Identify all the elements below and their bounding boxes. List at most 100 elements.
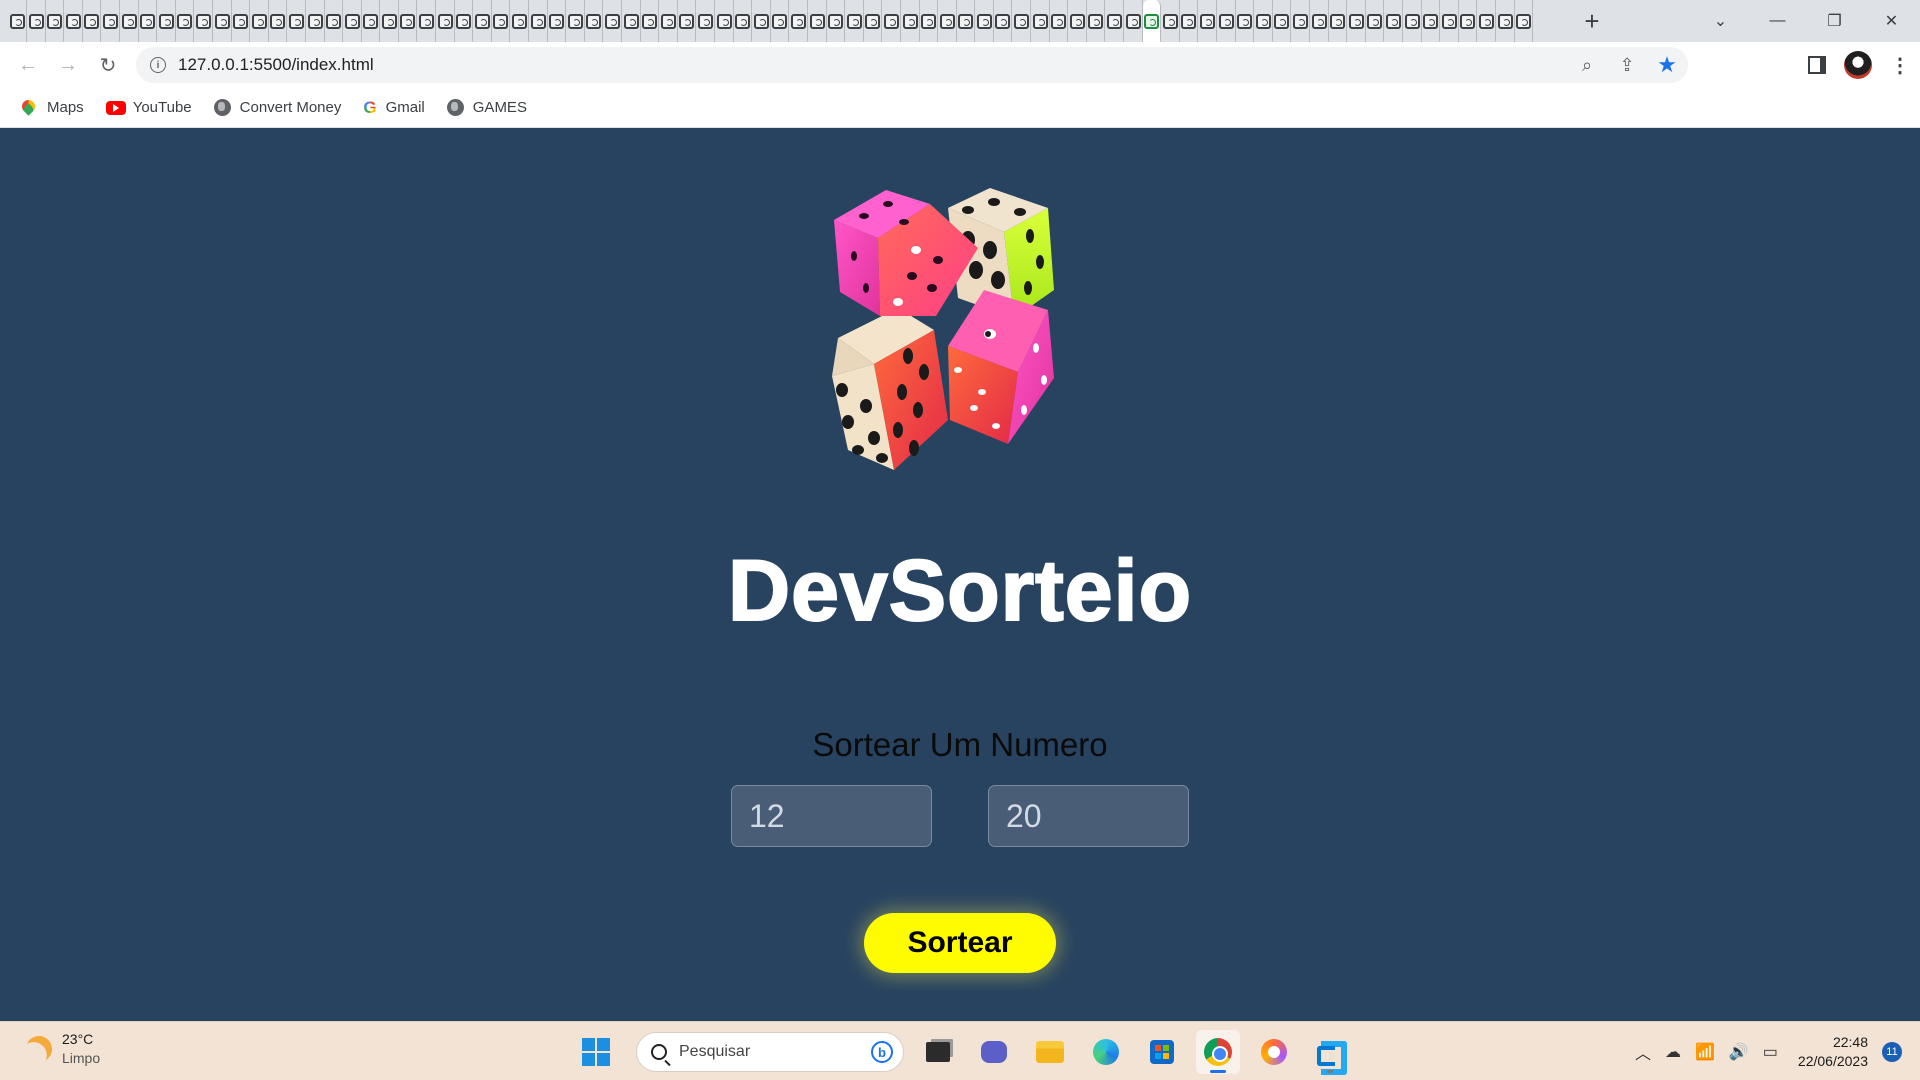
browser-tab[interactable] bbox=[1292, 0, 1310, 42]
browser-tab[interactable] bbox=[158, 0, 176, 42]
browser-tab[interactable] bbox=[678, 0, 697, 42]
profile-avatar[interactable] bbox=[1844, 51, 1872, 79]
browser-tab[interactable] bbox=[864, 0, 883, 42]
browser-tab[interactable] bbox=[1497, 0, 1515, 42]
browser-tab[interactable] bbox=[1106, 0, 1125, 42]
min-number-input[interactable] bbox=[731, 785, 932, 847]
browser-tab[interactable] bbox=[920, 0, 939, 42]
browser-tab[interactable] bbox=[753, 0, 771, 42]
browser-tab[interactable] bbox=[437, 0, 455, 42]
browser-tab[interactable] bbox=[1348, 0, 1366, 42]
browser-tab[interactable] bbox=[1050, 0, 1069, 42]
browser-tab[interactable] bbox=[83, 0, 102, 42]
windows-start-icon[interactable] bbox=[582, 1038, 610, 1066]
bookmark-games[interactable]: GAMES bbox=[446, 99, 527, 116]
browser-tab[interactable] bbox=[697, 0, 715, 42]
browser-tab[interactable] bbox=[994, 0, 1013, 42]
bing-icon[interactable]: b bbox=[871, 1041, 893, 1063]
browser-tab[interactable] bbox=[28, 0, 46, 42]
browser-tab[interactable] bbox=[288, 0, 306, 42]
browser-tab[interactable] bbox=[511, 0, 530, 42]
browser-tab[interactable] bbox=[1366, 0, 1385, 42]
bookmark-maps[interactable]: Maps bbox=[19, 96, 84, 117]
vscode-app[interactable] bbox=[1308, 1030, 1352, 1075]
wifi-icon[interactable]: 📶 bbox=[1695, 1042, 1715, 1062]
browser-tab[interactable] bbox=[232, 0, 251, 42]
browser-tab[interactable] bbox=[399, 0, 418, 42]
browser-tab[interactable] bbox=[1218, 0, 1236, 42]
browser-tab[interactable] bbox=[362, 0, 381, 42]
zoom-icon[interactable]: ⌕ bbox=[1574, 52, 1600, 78]
chevron-up-icon[interactable]: ︿ bbox=[1635, 1040, 1651, 1064]
back-button[interactable]: ← bbox=[8, 47, 48, 83]
browser-tab[interactable] bbox=[121, 0, 139, 42]
notification-badge[interactable]: 11 bbox=[1882, 1042, 1902, 1062]
browser-tab[interactable] bbox=[1162, 0, 1180, 42]
restore-button[interactable]: ❐ bbox=[1806, 0, 1863, 42]
browser-tab[interactable] bbox=[1459, 0, 1478, 42]
file-explorer-app[interactable] bbox=[1028, 1030, 1072, 1074]
clock[interactable]: 22:48 22/06/2023 bbox=[1798, 1033, 1868, 1071]
close-button[interactable]: ✕ bbox=[1863, 0, 1920, 42]
browser-tab-active[interactable] bbox=[1143, 0, 1162, 42]
browser-tab[interactable] bbox=[1087, 0, 1106, 42]
browser-tab[interactable] bbox=[1125, 0, 1143, 42]
tab-search-button[interactable]: ⌄ bbox=[1692, 0, 1749, 42]
browser-tab[interactable] bbox=[604, 0, 622, 42]
browser-tab[interactable] bbox=[1013, 0, 1032, 42]
browser-tab[interactable] bbox=[734, 0, 753, 42]
browser-tab[interactable] bbox=[957, 0, 976, 42]
teams-meet-app[interactable] bbox=[972, 1030, 1016, 1074]
browser-tab[interactable] bbox=[790, 0, 808, 42]
browser-tab[interactable] bbox=[1199, 0, 1217, 42]
browser-tab[interactable] bbox=[1404, 0, 1422, 42]
browser-tab[interactable] bbox=[846, 0, 864, 42]
browser-tab[interactable] bbox=[65, 0, 83, 42]
browser-tab[interactable] bbox=[641, 0, 660, 42]
browser-tab[interactable] bbox=[771, 0, 790, 42]
browser-tab[interactable] bbox=[1032, 0, 1050, 42]
browser-tab[interactable] bbox=[474, 0, 492, 42]
browser-tab[interactable] bbox=[9, 0, 27, 42]
browser-tab[interactable] bbox=[1385, 0, 1403, 42]
browser-tab[interactable] bbox=[1236, 0, 1255, 42]
browser-tab[interactable] bbox=[939, 0, 957, 42]
browser-tab[interactable] bbox=[1069, 0, 1087, 42]
address-bar[interactable]: i 127.0.0.1:5500/index.html ⌕ ⇪ ★ bbox=[136, 47, 1688, 83]
browser-tab[interactable] bbox=[195, 0, 213, 42]
browser-tab[interactable] bbox=[567, 0, 585, 42]
bookmark-gmail[interactable]: G Gmail bbox=[363, 98, 424, 118]
browser-tab[interactable] bbox=[102, 0, 120, 42]
battery-icon[interactable]: ▭ bbox=[1763, 1042, 1778, 1062]
browser-tab[interactable] bbox=[214, 0, 232, 42]
browser-tab[interactable] bbox=[1422, 0, 1441, 42]
browser-tab[interactable] bbox=[809, 0, 827, 42]
browser-tab[interactable] bbox=[902, 0, 920, 42]
browser-tab[interactable] bbox=[46, 0, 65, 42]
browser-tab[interactable] bbox=[1255, 0, 1273, 42]
browser-tab[interactable] bbox=[1273, 0, 1292, 42]
browser-tab[interactable] bbox=[1515, 0, 1534, 42]
browser-tab[interactable] bbox=[976, 0, 994, 42]
new-tab-button[interactable]: + bbox=[1572, 0, 1612, 42]
browser-tab[interactable] bbox=[251, 0, 269, 42]
browser-tab[interactable] bbox=[1441, 0, 1459, 42]
browser-tab[interactable] bbox=[1311, 0, 1329, 42]
forward-button[interactable]: → bbox=[48, 47, 88, 83]
browser-tab[interactable] bbox=[1478, 0, 1496, 42]
bookmark-youtube[interactable]: YouTube bbox=[105, 99, 192, 117]
browser-tab[interactable] bbox=[176, 0, 195, 42]
task-view-app[interactable] bbox=[916, 1030, 960, 1074]
browser-tab[interactable] bbox=[492, 0, 511, 42]
volume-icon[interactable]: 🔊 bbox=[1729, 1042, 1749, 1062]
chrome-app[interactable] bbox=[1196, 1030, 1240, 1074]
browser-tab[interactable] bbox=[623, 0, 641, 42]
browser-tab[interactable] bbox=[716, 0, 734, 42]
browser-tab[interactable] bbox=[381, 0, 399, 42]
browser-tab[interactable] bbox=[883, 0, 901, 42]
weather-widget[interactable]: 23°C Limpo bbox=[26, 1030, 100, 1068]
browser-tab[interactable] bbox=[660, 0, 678, 42]
browser-tab[interactable] bbox=[418, 0, 437, 42]
store-app[interactable] bbox=[1140, 1030, 1184, 1074]
browser-tab[interactable] bbox=[1180, 0, 1199, 42]
